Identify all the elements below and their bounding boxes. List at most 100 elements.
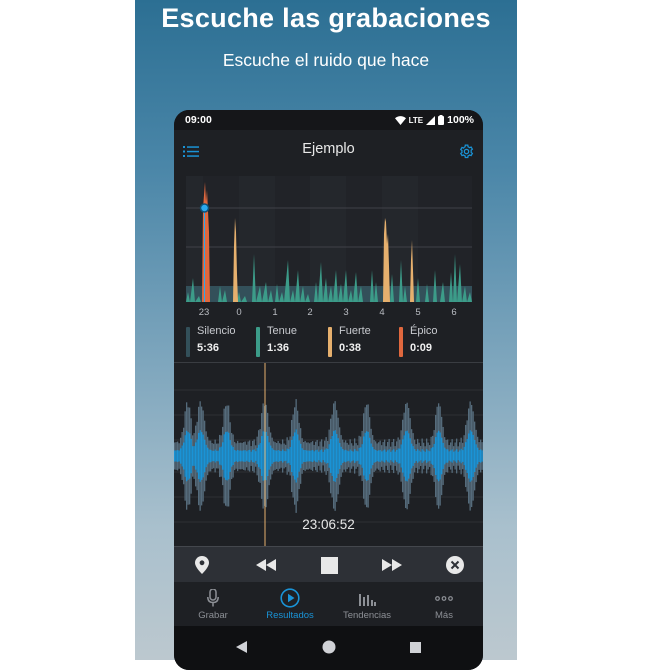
waveform-core-bar	[286, 448, 288, 464]
phone-screen: 09:00 LTE 100% Ejemplo 23 0 1 2 3 4 5 6 …	[174, 110, 483, 670]
waveform-core-bar	[288, 449, 290, 463]
waveform-core-bar	[319, 450, 321, 462]
waveform-core-bar	[300, 443, 302, 469]
waveform-core-bar	[262, 431, 264, 481]
waveform-core-bar	[376, 450, 378, 462]
waveform-core-bar	[349, 449, 351, 463]
legend-swatch	[256, 327, 260, 357]
waveform-core-bar	[202, 434, 204, 478]
waveform-core-bar	[435, 437, 437, 475]
waveform-core-bar	[340, 446, 342, 466]
waveform-core-bar	[474, 440, 476, 472]
waveform-core-bar	[468, 433, 470, 479]
waveform-core-bar	[472, 434, 474, 478]
back-icon[interactable]	[231, 637, 251, 657]
chart-highlight-marker[interactable]	[199, 203, 210, 213]
waveform-core-bar	[379, 449, 381, 463]
waveform-core-bar	[432, 447, 434, 465]
x-tick-4: 4	[379, 307, 385, 318]
waveform-core-bar	[453, 451, 455, 461]
waveform-core-bar	[360, 447, 362, 465]
rewind-icon[interactable]	[254, 553, 278, 577]
nav-mas[interactable]: Más	[406, 588, 482, 621]
waveform-core-bar	[388, 449, 390, 463]
playback-controls	[174, 546, 483, 583]
waveform-core-bar	[384, 449, 386, 463]
waveform-core-bar	[352, 451, 354, 461]
waveform-core-bar	[309, 450, 311, 462]
waveform-core-bar	[282, 449, 284, 463]
waveform-core-bar	[274, 450, 276, 462]
waveform-core-bar	[187, 432, 189, 480]
bottom-nav: Grabar Resultados Tendencias Más	[174, 582, 483, 626]
legend-value: 0:09	[410, 342, 433, 354]
waveform-core-bar	[372, 446, 374, 466]
recents-icon[interactable]	[405, 637, 425, 657]
waveform-core-bar	[268, 442, 270, 470]
waveform-core-bar	[364, 432, 366, 480]
waveform-core-bar	[411, 443, 413, 469]
playback-timestamp: 23:06:52	[302, 517, 355, 532]
waveform-core-bar	[259, 443, 261, 469]
waveform-core-bar	[334, 430, 336, 482]
waveform-core-bar	[439, 432, 441, 480]
stop-icon[interactable]	[317, 553, 341, 577]
waveform-core-bar	[477, 447, 479, 465]
nav-label: Más	[435, 610, 453, 621]
waveform-core-bar	[267, 435, 269, 477]
waveform-core-bar	[367, 431, 369, 481]
waveform-core-bar	[243, 450, 245, 462]
gear-icon[interactable]	[454, 139, 478, 163]
waveform-core-bar	[174, 450, 176, 462]
waveform-core-bar	[357, 451, 359, 461]
waveform-core-bar	[177, 450, 179, 462]
waveform-core-bar	[409, 438, 411, 474]
waveform-core-bar	[301, 448, 303, 464]
waveform-core-bar	[261, 436, 263, 476]
waveform-core-bar	[201, 432, 203, 480]
x-tick-6: 6	[451, 307, 457, 318]
x-tick-5: 5	[415, 307, 421, 318]
waveform-core-bar	[433, 443, 435, 469]
legend-value: 0:38	[339, 342, 362, 354]
waveform-core-bar	[292, 436, 294, 476]
nav-tendencias[interactable]: Tendencias	[329, 588, 405, 621]
waveform-core-bar	[210, 449, 212, 463]
waveform-core-bar	[193, 446, 195, 466]
waveform-core-bar	[325, 448, 327, 464]
fast-forward-icon[interactable]	[380, 553, 404, 577]
waveform-core-bar	[328, 444, 330, 468]
waveform-core-bar	[276, 450, 278, 462]
waveform-core-bar	[381, 451, 383, 461]
promo-subheadline: Escuche el ruido que hace	[222, 50, 430, 70]
promo-headline: Escuche las grabaciones	[161, 3, 491, 33]
nav-resultados[interactable]: Resultados	[252, 588, 328, 621]
status-icons: LTE 100%	[394, 114, 474, 126]
x-tick-1: 1	[272, 307, 278, 318]
waveform-core-bar	[321, 449, 323, 463]
waveform-core-bar	[304, 449, 306, 463]
close-circle-icon[interactable]	[443, 553, 467, 577]
waveform-core-bar	[418, 450, 420, 462]
waveform-core-bar	[216, 450, 218, 462]
home-icon[interactable]	[319, 637, 339, 657]
waveform-core-bar	[442, 442, 444, 470]
waveform-core-bar	[445, 449, 447, 463]
legend-tenue: Tenue 1:36	[256, 325, 297, 359]
nav-grabar[interactable]: Grabar	[175, 588, 251, 621]
waveform-core-bar	[436, 432, 438, 480]
waveform-core-bar	[306, 450, 308, 462]
waveform-core-bar	[426, 449, 428, 463]
waveform-core-bar	[183, 442, 185, 470]
location-pin-icon[interactable]	[190, 553, 214, 577]
system-nav-bar	[174, 626, 483, 670]
waveform-core-bar	[415, 450, 417, 462]
waveform-core-bar	[397, 448, 399, 464]
waveform-core-bar	[294, 432, 296, 480]
waveform-core-bar	[252, 449, 254, 463]
waveform-core-bar	[403, 435, 405, 477]
nav-label: Grabar	[198, 610, 228, 621]
waveform-core-bar	[244, 450, 246, 462]
waveform-core-bar	[316, 449, 318, 463]
waveform-core-bar	[333, 431, 335, 481]
